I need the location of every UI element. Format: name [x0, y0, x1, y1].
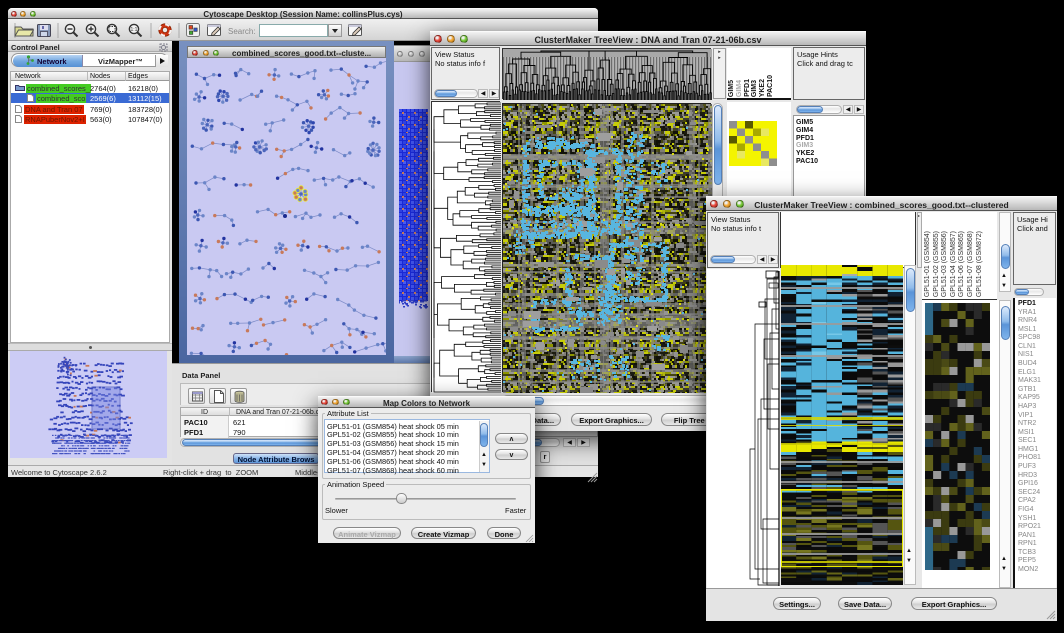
svg-text:1:1: 1:1	[131, 27, 138, 33]
